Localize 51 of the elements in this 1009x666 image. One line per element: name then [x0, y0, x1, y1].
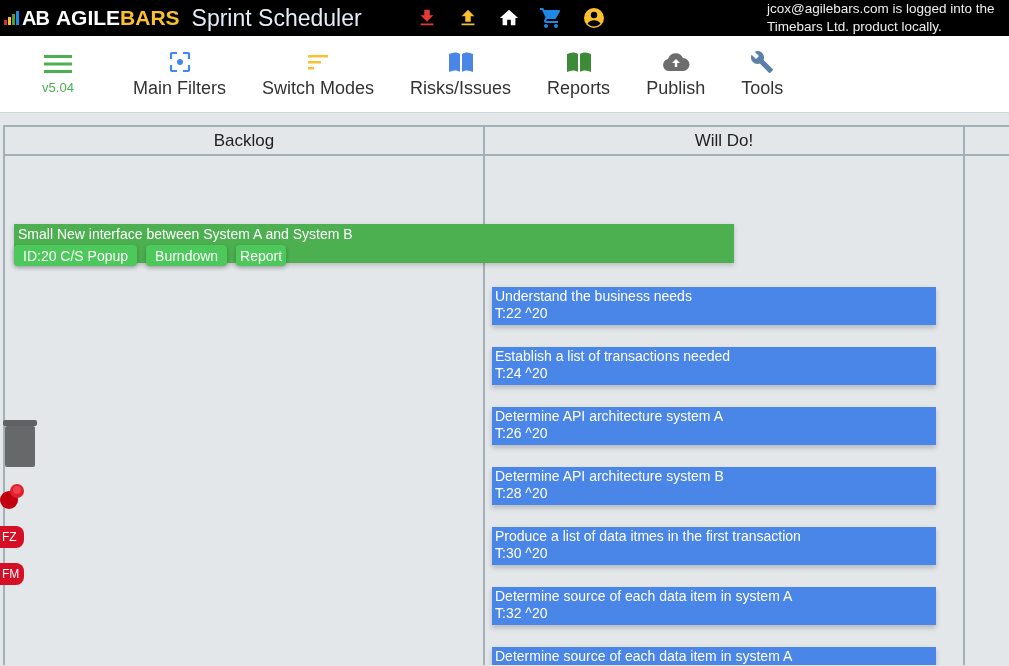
task-id: T:32 ^20	[495, 605, 549, 622]
task-title: Determine source of each data item in system A	[495, 648, 794, 665]
login-status-text: jcox@agilebars.com is logged into the Timebars Ltd. product locally.	[767, 0, 996, 36]
task-bar[interactable]: Understand the business needs T:22 ^20	[492, 287, 936, 325]
wrench-icon	[750, 49, 775, 74]
feature-button[interactable]: Report	[236, 245, 287, 266]
filter-badge[interactable]: FZ	[0, 526, 24, 548]
task-id: T:26 ^20	[495, 425, 549, 442]
task-bar[interactable]: Establish a list of transactions needed T:24 ^20	[492, 347, 936, 385]
logo-icon	[4, 11, 20, 25]
toolbar-button[interactable]: Tools	[741, 49, 784, 99]
trash-icon[interactable]	[3, 420, 37, 468]
task-id: T:30 ^20	[495, 545, 549, 562]
app-title: Sprint Scheduler	[191, 4, 363, 32]
toolbar-button[interactable]: Main Filters	[133, 49, 226, 99]
task-id: T:24 ^20	[495, 365, 549, 382]
feature-button[interactable]: Burndown	[146, 245, 228, 266]
task-title: Determine API architecture system B	[495, 468, 725, 485]
task-id: T:22 ^20	[495, 305, 549, 322]
cart-icon[interactable]	[538, 6, 563, 30]
task-title: Establish a list of transactions needed	[495, 348, 732, 365]
menu-icon[interactable]	[44, 53, 72, 74]
pushpin-icon[interactable]	[0, 482, 26, 512]
focus-icon	[167, 49, 192, 74]
column-header: Will Do!	[485, 127, 963, 156]
task-bar[interactable]: Determine source of each data item in system A	[492, 647, 936, 665]
feature-title: Small New interface between System A and System B	[18, 226, 354, 243]
brand-name: AGILEBARS	[55, 6, 180, 30]
logo-text: AB	[22, 6, 49, 30]
column-header: Backlog	[5, 127, 483, 156]
task-bar[interactable]: Determine source of each data item in system A T:32 ^20	[492, 587, 936, 625]
feature-button[interactable]: ID:20 C/S Popup	[14, 245, 138, 266]
book-icon	[447, 50, 474, 73]
book-icon	[565, 50, 592, 73]
task-bar[interactable]: Determine API architecture system A T:26 ^20	[492, 407, 936, 445]
toolbar-button[interactable]: Switch Modes	[262, 49, 375, 99]
account-icon[interactable]	[581, 6, 606, 30]
version-label: v5.04	[42, 79, 74, 95]
filter-badge[interactable]: FM	[0, 563, 24, 585]
toolbar-button[interactable]: Risks/Issues	[410, 49, 512, 99]
toolbar-button[interactable]: Reports	[547, 49, 611, 99]
task-title: Determine API architecture system A	[495, 408, 724, 425]
toolbar-button[interactable]: Publish	[646, 49, 706, 99]
cloud-upload-icon	[661, 51, 690, 72]
task-id: T:28 ^20	[495, 485, 549, 502]
task-title: Produce a list of data itmes in the first transaction	[495, 528, 802, 545]
task-title: Determine source of each data item in system A	[495, 588, 794, 605]
feature-bar[interactable]: Small New interface between System A and System B ID:20 C/S Popup Burndown Report	[14, 224, 734, 263]
task-bar[interactable]: Produce a list of data itmes in the first transaction T:30 ^20	[492, 527, 936, 565]
task-bar[interactable]: Determine API architecture system B T:28 ^20	[492, 467, 936, 505]
task-title: Understand the business needs	[495, 288, 693, 305]
